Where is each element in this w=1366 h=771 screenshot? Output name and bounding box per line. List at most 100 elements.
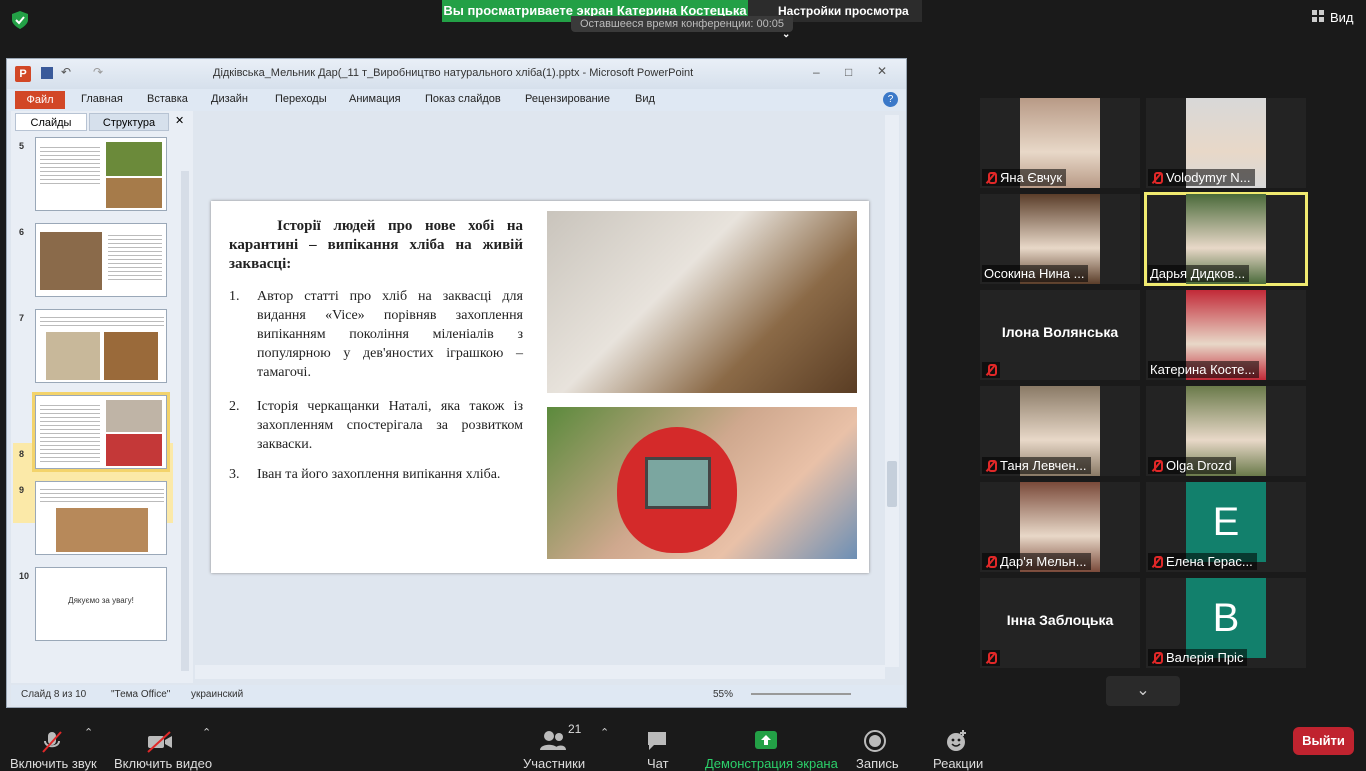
- record-icon[interactable]: [864, 730, 886, 757]
- tab-file[interactable]: Файл: [15, 91, 65, 109]
- participant-tile[interactable]: Olga Drozd: [1146, 386, 1306, 476]
- tab-view[interactable]: Вид: [635, 93, 655, 105]
- save-icon[interactable]: [41, 67, 53, 79]
- status-bar: Слайд 8 из 10 "Тема Office" украинский 5…: [11, 685, 904, 705]
- chevron-down-icon[interactable]: ⌄: [1106, 676, 1180, 706]
- slide-title: Історії людей про нове хобі на карантині…: [229, 218, 523, 272]
- participant-name: Осокина Нина ...: [984, 266, 1085, 281]
- slide-thumbnail-6[interactable]: [35, 223, 167, 297]
- close-pane-icon[interactable]: ✕: [175, 114, 184, 127]
- participant-label: Дарья Дидков...: [1148, 265, 1250, 282]
- participants-icon[interactable]: [540, 730, 566, 757]
- leave-button[interactable]: Выйти: [1293, 727, 1354, 755]
- chevron-up-icon[interactable]: ⌃: [84, 726, 93, 739]
- participant-tile[interactable]: Інна Заблоцька: [980, 578, 1140, 668]
- tab-slideshow[interactable]: Показ слайдов: [425, 93, 501, 105]
- participant-label: Таня Левчен...: [982, 457, 1091, 474]
- view-button[interactable]: Вид: [1312, 10, 1354, 25]
- participant-label: Дар'я Мельн...: [982, 553, 1091, 570]
- pane-scrollbar[interactable]: [181, 171, 189, 671]
- thumb-image: [106, 142, 162, 176]
- slide-thumbnail-9[interactable]: [35, 481, 167, 555]
- ribbon-tabs: Файл Главная Вставка Дизайн Переходы Ани…: [7, 89, 906, 111]
- participant-tile[interactable]: Ілона Волянська: [980, 290, 1140, 380]
- mic-muted-icon: [984, 363, 997, 377]
- tab-review[interactable]: Рецензирование: [525, 93, 610, 105]
- record-button-label[interactable]: Запись: [856, 756, 899, 771]
- mic-muted-icon: [984, 459, 997, 473]
- help-icon[interactable]: ?: [883, 92, 898, 107]
- maximize-icon[interactable]: □: [845, 65, 852, 79]
- slide-thumbnail-7[interactable]: [35, 309, 167, 383]
- share-screen-button-label[interactable]: Демонстрация экрана: [705, 756, 838, 771]
- slide-thumbnail-10[interactable]: Дякуємо за увагу!: [35, 567, 167, 641]
- chat-icon[interactable]: [646, 730, 668, 757]
- participant-tile[interactable]: Катерина Косте...: [1146, 290, 1306, 380]
- tab-transitions[interactable]: Переходы: [275, 93, 327, 105]
- list-number: 1.: [229, 289, 240, 304]
- powerpoint-window[interactable]: P ↶ ↷ Дідківська_Мельник Дар(_11 т_Вироб…: [6, 58, 907, 708]
- zoom-slider[interactable]: [751, 693, 851, 695]
- undo-icon[interactable]: ↶: [61, 65, 71, 79]
- list-item: 1. Автор статті про хліб на заквасці для…: [229, 287, 523, 382]
- tab-home[interactable]: Главная: [81, 93, 123, 105]
- redo-icon[interactable]: ↷: [93, 65, 103, 79]
- thumb-text-lines: [108, 232, 162, 282]
- thumb-text-lines: [40, 486, 164, 504]
- participants-button-label[interactable]: Участники: [523, 756, 585, 771]
- tab-insert[interactable]: Вставка: [147, 93, 188, 105]
- thumb-text-lines: [40, 402, 100, 462]
- participant-tile[interactable]: Volodymyr N...: [1146, 98, 1306, 188]
- reactions-icon[interactable]: [946, 730, 968, 757]
- minimize-icon[interactable]: –: [813, 65, 820, 79]
- chevron-up-icon[interactable]: ⌃: [600, 726, 609, 739]
- slide-number: 7: [19, 313, 25, 323]
- participant-tile[interactable]: Яна Євчук: [980, 98, 1140, 188]
- meeting-toolbar: Включить звук ⌃ Включить видео ⌃ 21 Учас…: [0, 712, 1366, 771]
- participant-label: Валерія Пріс: [1148, 649, 1248, 666]
- mute-button-label[interactable]: Включить звук: [10, 756, 97, 771]
- slide-thumbnail-5[interactable]: [35, 137, 167, 211]
- participant-tile[interactable]: E Елена Герас...: [1146, 482, 1306, 572]
- participant-tile[interactable]: Таня Левчен...: [980, 386, 1140, 476]
- current-slide[interactable]: Історії людей про нове хобі на карантині…: [211, 201, 869, 573]
- slide-thumbnail-8[interactable]: [32, 392, 170, 472]
- participant-label: Катерина Косте...: [1148, 361, 1260, 378]
- shield-icon[interactable]: [10, 10, 30, 30]
- vertical-scrollbar[interactable]: [885, 115, 899, 667]
- participant-tile[interactable]: B Валерія Пріс: [1146, 578, 1306, 668]
- slide-number: 5: [19, 141, 25, 151]
- mic-muted-icon: [1150, 171, 1163, 185]
- participant-name-center: Інна Заблоцька: [1006, 612, 1114, 628]
- tab-design[interactable]: Дизайн: [211, 93, 248, 105]
- window-title: Дідківська_Мельник Дар(_11 т_Виробництво…: [213, 67, 694, 79]
- zoom-level[interactable]: 55%: [713, 689, 733, 700]
- tab-slides[interactable]: Слайды: [15, 113, 87, 131]
- video-off-icon[interactable]: [146, 730, 174, 759]
- chevron-up-icon[interactable]: ⌃: [202, 726, 211, 739]
- thumb-image: [40, 232, 102, 290]
- close-icon[interactable]: ✕: [877, 64, 887, 78]
- participant-tile[interactable]: Дар'я Мельн...: [980, 482, 1140, 572]
- participant-name: Валерія Пріс: [1166, 650, 1244, 665]
- mic-muted-icon[interactable]: [40, 730, 64, 759]
- scroll-thumb[interactable]: [887, 461, 897, 507]
- reactions-button-label[interactable]: Реакции: [933, 756, 983, 771]
- slides-pane: Слайды Структура ✕ 5 6 7 8 9 10 Дякуємо …: [11, 111, 193, 683]
- grid-icon: [1312, 10, 1324, 25]
- mic-muted-icon: [1150, 651, 1163, 665]
- tab-animations[interactable]: Анимация: [349, 93, 401, 105]
- view-label: Вид: [1330, 10, 1354, 25]
- tab-outline[interactable]: Структура: [89, 113, 169, 131]
- slide-number: 8: [19, 449, 25, 459]
- view-options-label: Настройки просмотра: [778, 4, 909, 18]
- horizontal-scrollbar[interactable]: [195, 665, 885, 679]
- share-screen-icon[interactable]: [754, 730, 778, 757]
- participant-tile[interactable]: Дарья Дидков...: [1144, 192, 1308, 286]
- video-button-label[interactable]: Включить видео: [114, 756, 212, 771]
- list-text: Іван та його захоплення випікання хліба.: [257, 467, 501, 482]
- language[interactable]: украинский: [191, 689, 243, 700]
- participant-tile[interactable]: Осокина Нина ...: [980, 194, 1140, 284]
- mic-muted-icon: [1150, 459, 1163, 473]
- chat-button-label[interactable]: Чат: [647, 756, 669, 771]
